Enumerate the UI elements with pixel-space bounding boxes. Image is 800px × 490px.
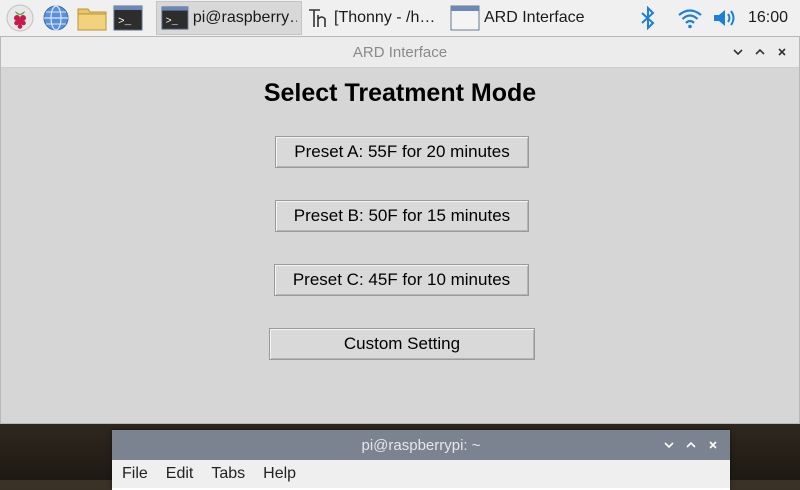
ard-interface-window: ARD Interface Select Treatment Mode Pres… xyxy=(0,36,800,424)
window-icon xyxy=(450,5,480,31)
file-manager-button[interactable] xyxy=(76,2,108,34)
chevron-up-icon xyxy=(686,441,696,448)
menu-edit[interactable]: Edit xyxy=(166,465,194,483)
clock[interactable]: 16:00 xyxy=(748,9,788,27)
terminal-window-controls xyxy=(658,430,724,460)
window-titlebar[interactable]: ARD Interface xyxy=(1,37,799,68)
custom-setting-button[interactable]: Custom Setting xyxy=(269,328,535,360)
menu-help[interactable]: Help xyxy=(263,465,296,483)
terminal-close-button[interactable] xyxy=(702,434,724,456)
menu-file[interactable]: File xyxy=(122,465,148,483)
terminal-icon: >_ xyxy=(113,5,143,31)
chevron-down-icon xyxy=(664,442,674,449)
terminal-maximize-button[interactable] xyxy=(680,434,702,456)
volume-icon xyxy=(713,10,735,26)
preset-b-button[interactable]: Preset B: 50F for 15 minutes xyxy=(275,200,529,232)
task-terminal[interactable]: >_ pi@raspberry… xyxy=(156,1,302,35)
maximize-button[interactable] xyxy=(749,41,771,63)
minimize-button[interactable] xyxy=(727,41,749,63)
terminal-icon: >_ xyxy=(161,6,189,30)
raspberry-pi-menu-button[interactable] xyxy=(4,2,36,34)
preset-c-button[interactable]: Preset C: 45F for 10 minutes xyxy=(274,264,529,296)
file-manager-icon xyxy=(77,8,107,31)
wifi-icon xyxy=(678,9,702,29)
terminal-launcher-button[interactable]: >_ xyxy=(112,2,144,34)
close-button[interactable] xyxy=(771,41,793,63)
terminal-titlebar[interactable]: pi@raspberrypi: ~ xyxy=(112,430,730,460)
terminal-menubar: File Edit Tabs Help xyxy=(112,460,730,488)
task-thonny[interactable]: [Thonny - /h… xyxy=(302,1,446,35)
window-title: ARD Interface xyxy=(352,43,448,61)
task-label: pi@raspberry… xyxy=(192,9,297,26)
volume-button[interactable] xyxy=(712,4,740,32)
window-controls xyxy=(727,37,793,67)
terminal-title: pi@raspberrypi: ~ xyxy=(361,436,481,454)
svg-text:>_: >_ xyxy=(166,17,179,28)
task-label: ARD Interface xyxy=(484,9,585,26)
close-icon xyxy=(709,441,717,449)
task-ard-interface[interactable]: ARD Interface xyxy=(446,1,594,35)
web-browser-icon xyxy=(43,5,69,31)
wifi-button[interactable] xyxy=(676,4,704,32)
taskbar: >_ >_ pi@raspberry… [Thonny - /h… ARD In… xyxy=(0,0,800,37)
terminal-window: pi@raspberrypi: ~ File Edit Tabs Help xyxy=(112,430,730,490)
menu-tabs[interactable]: Tabs xyxy=(211,465,245,483)
chevron-down-icon xyxy=(733,49,743,56)
preset-a-button[interactable]: Preset A: 55F for 20 minutes xyxy=(275,136,529,168)
bluetooth-button[interactable] xyxy=(634,4,662,32)
terminal-minimize-button[interactable] xyxy=(658,434,680,456)
svg-text:>_: >_ xyxy=(118,16,132,28)
web-browser-button[interactable] xyxy=(40,2,72,34)
thonny-icon xyxy=(309,9,326,27)
system-tray: 16:00 xyxy=(630,0,800,36)
task-label: [Thonny - /h… xyxy=(334,9,436,26)
page-title: Select Treatment Mode xyxy=(263,79,537,107)
close-icon xyxy=(778,48,786,56)
bluetooth-icon xyxy=(641,6,655,30)
raspberry-pi-icon xyxy=(6,4,34,32)
chevron-up-icon xyxy=(755,48,765,55)
